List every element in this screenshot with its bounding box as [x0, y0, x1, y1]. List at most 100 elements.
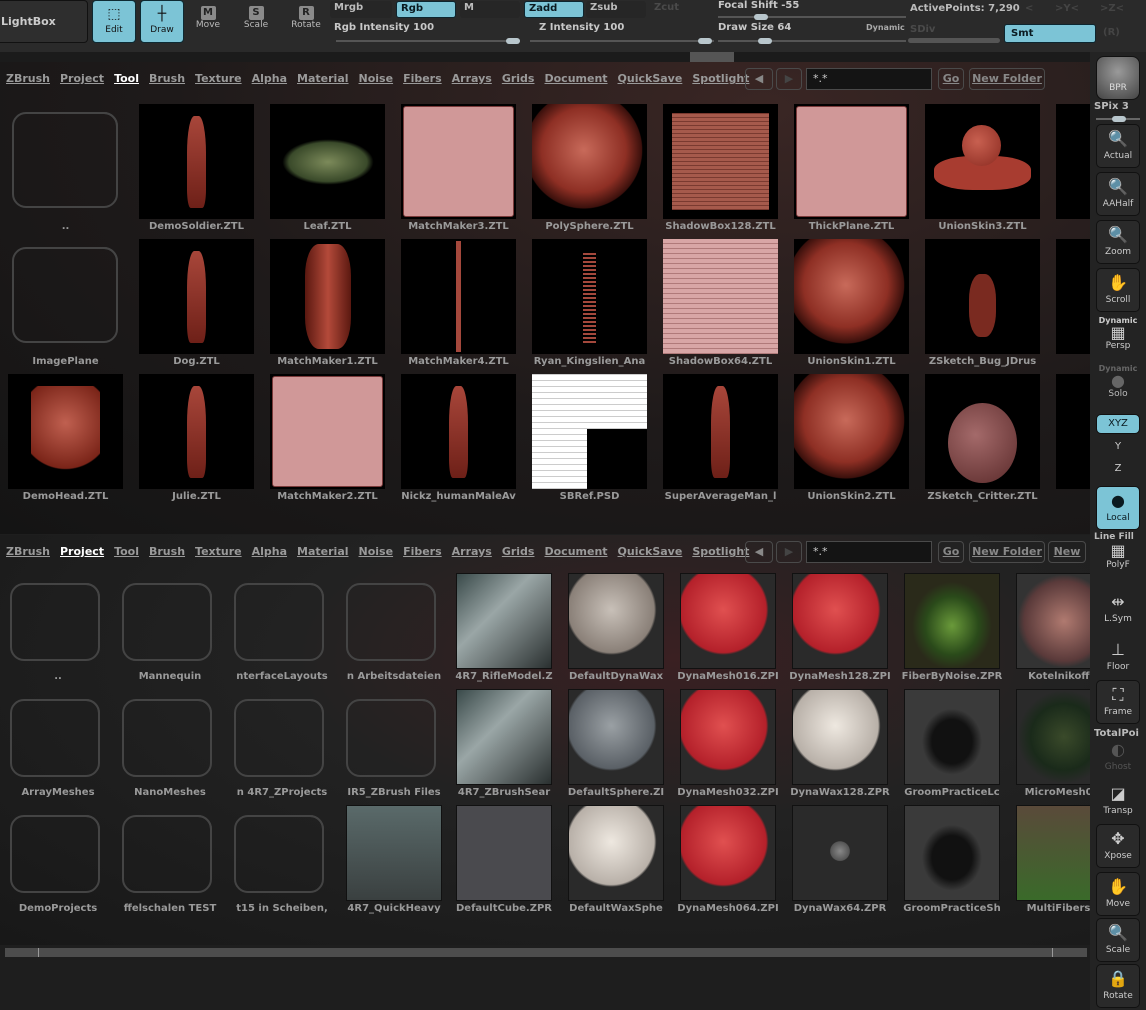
tab-quicksave[interactable]: QuickSave	[618, 72, 683, 90]
lightbox-item[interactable]: ThickPlane.ZTL	[794, 104, 909, 234]
scroll-thumb[interactable]	[690, 52, 734, 62]
lightbox-item[interactable]: MatchMaker2.ZTL	[270, 374, 385, 504]
lightbox-item[interactable]: DynaMesh128.ZPI	[789, 573, 891, 685]
lightbox-item[interactable]: ..	[8, 104, 123, 234]
lightbox-item[interactable]: ImagePlane	[8, 239, 123, 369]
z-sym-button[interactable]: >Z<	[1100, 3, 1124, 14]
solo-button[interactable]: Dynamic ● Solo	[1096, 364, 1140, 408]
aahalf-button[interactable]: 🔍 AAHalf	[1096, 172, 1140, 216]
tab-spotlight[interactable]: Spotlight	[692, 545, 749, 563]
lightbox-item[interactable]: UnionSkin1.ZTL	[794, 239, 909, 369]
lightbox-item[interactable]: DynaWax64.ZPR	[792, 805, 888, 917]
spix-slider[interactable]	[1096, 116, 1140, 122]
lightbox-item[interactable]: NanoMeshes	[122, 689, 218, 801]
lightbox-item[interactable]: DynaMesh032.ZPI	[677, 689, 779, 801]
tab-project[interactable]: Project	[60, 545, 104, 563]
lightbox-item[interactable]: ShadowBox64.ZTL	[663, 239, 778, 369]
lightbox-item[interactable]: GroomPracticeLc	[904, 689, 1000, 801]
lightbox-item[interactable]: FiberByNoise.ZPR	[902, 573, 1002, 685]
lightbox-item[interactable]: 4R7_QuickHeavy	[346, 805, 442, 917]
tab-project[interactable]: Project	[60, 72, 104, 90]
tab-grids[interactable]: Grids	[502, 72, 535, 90]
filter-input[interactable]: *.*	[806, 541, 932, 563]
lightbox-item[interactable]: Dog.ZTL	[139, 239, 254, 369]
lightbox-item[interactable]: Leaf.ZTL	[270, 104, 385, 234]
lightbox-item[interactable]: n Arbeitsdateien	[346, 573, 442, 685]
zsub-button[interactable]: Zsub	[586, 1, 646, 18]
scroll-button[interactable]: ✋ Scroll	[1096, 268, 1140, 312]
slider-knob[interactable]	[698, 38, 712, 44]
local-button[interactable]: ● Local	[1096, 486, 1140, 530]
y-rotate-button[interactable]: Y	[1096, 438, 1140, 458]
persp-button[interactable]: Dynamic ▦ Persp	[1096, 316, 1140, 360]
new-folder-button[interactable]: New Folder	[969, 68, 1045, 90]
m-button[interactable]: M	[460, 1, 520, 18]
move-button[interactable]: M Move	[186, 0, 230, 43]
z-rotate-button[interactable]: Z	[1096, 460, 1140, 480]
polyf-button[interactable]: ▦ PolyF	[1096, 542, 1140, 574]
slider-knob[interactable]	[754, 14, 768, 20]
zcut-button[interactable]: Zcut	[650, 1, 706, 18]
lightbox-item[interactable]: DefaultWaxSphe	[568, 805, 664, 917]
lightbox-item[interactable]: ShadowBox128.ZTL	[663, 104, 778, 234]
lightbox-item[interactable]: DefaultDynaWax	[568, 573, 664, 685]
tab-document[interactable]: Document	[544, 72, 607, 90]
tab-quicksave[interactable]: QuickSave	[618, 545, 683, 563]
y-sym-button[interactable]: >Y<	[1055, 3, 1079, 14]
rotate-button[interactable]: R Rotate	[284, 0, 328, 43]
go-button[interactable]: Go	[938, 541, 964, 563]
tab-zbrush[interactable]: ZBrush	[6, 72, 50, 90]
tab-arrays[interactable]: Arrays	[452, 545, 492, 563]
tab-zbrush[interactable]: ZBrush	[6, 545, 50, 563]
tab-alpha[interactable]: Alpha	[252, 545, 287, 563]
tab-tool[interactable]: Tool	[114, 545, 139, 563]
tab-grids[interactable]: Grids	[502, 545, 535, 563]
tab-brush[interactable]: Brush	[149, 545, 185, 563]
lightbox-item[interactable]: Mannequin	[122, 573, 218, 685]
lightbox-item[interactable]: t15 in Scheiben,	[234, 805, 330, 917]
new-button[interactable]: New	[1048, 541, 1086, 563]
rotate-view-button[interactable]: 🔒 Rotate	[1096, 964, 1140, 1008]
xyz-button[interactable]: XYZ	[1096, 414, 1140, 434]
slider-knob[interactable]	[758, 38, 772, 44]
tab-tool[interactable]: Tool	[114, 72, 139, 90]
x-sym-button[interactable]: <	[1025, 3, 1033, 14]
lightbox-item[interactable]: DynaMesh016.ZPI	[677, 573, 779, 685]
lightbox-item[interactable]: 4R7_ZBrushSear	[456, 689, 552, 801]
prev-button[interactable]: ◀	[745, 68, 773, 90]
sdiv-slider[interactable]	[908, 38, 1000, 43]
bpr-button[interactable]: BPR	[1096, 56, 1140, 100]
lightbox-item[interactable]: DemoSoldier.ZTL	[139, 104, 254, 234]
lightbox-item[interactable]: ZSketch_Critter.ZTL	[925, 374, 1040, 504]
frame-button[interactable]: ⛶ Frame	[1096, 680, 1140, 724]
tab-arrays[interactable]: Arrays	[452, 72, 492, 90]
lightbox-item[interactable]: SuperAverageMan_l	[663, 374, 778, 504]
focal-shift-slider[interactable]	[718, 14, 906, 20]
lightbox-item[interactable]: PolySphere.ZTL	[532, 104, 647, 234]
tab-material[interactable]: Material	[297, 72, 348, 90]
lightbox-item[interactable]: UnionSkin2.ZTL	[794, 374, 909, 504]
new-folder-button[interactable]: New Folder	[969, 541, 1045, 563]
mrgb-button[interactable]: Mrgb	[330, 1, 392, 18]
lightbox-item[interactable]: GroomPracticeSh	[903, 805, 1001, 917]
lightbox-item[interactable]: nterfaceLayouts	[234, 573, 330, 685]
next-button[interactable]: ▶	[776, 68, 802, 90]
tab-brush[interactable]: Brush	[149, 72, 185, 90]
lightbox-item[interactable]: DynaMesh064.ZPI	[677, 805, 779, 917]
next-button[interactable]: ▶	[776, 541, 802, 563]
tab-document[interactable]: Document	[544, 545, 607, 563]
lightbox-button[interactable]: LightBox	[0, 0, 88, 43]
dynamic-label[interactable]: Dynamic	[866, 23, 905, 32]
ghost-button[interactable]: ◐ Ghost	[1096, 736, 1140, 780]
top-scroll-strip[interactable]	[0, 52, 1090, 62]
horizontal-scrollbar[interactable]	[5, 948, 1087, 957]
floor-button[interactable]: ⊥ Floor	[1096, 636, 1140, 680]
tab-fibers[interactable]: Fibers	[403, 545, 442, 563]
lightbox-item[interactable]: UnionSkin3.ZTL	[925, 104, 1040, 234]
rgb-button[interactable]: Rgb	[396, 1, 456, 18]
scale-button[interactable]: S Scale	[234, 0, 278, 43]
lightbox-item[interactable]: DemoProjects	[10, 805, 106, 917]
lightbox-item[interactable]: ZSketch_Bug_JDrus	[925, 239, 1040, 369]
draw-size-slider[interactable]	[718, 38, 906, 44]
lightbox-item[interactable]: ffelschalen TEST	[122, 805, 218, 917]
